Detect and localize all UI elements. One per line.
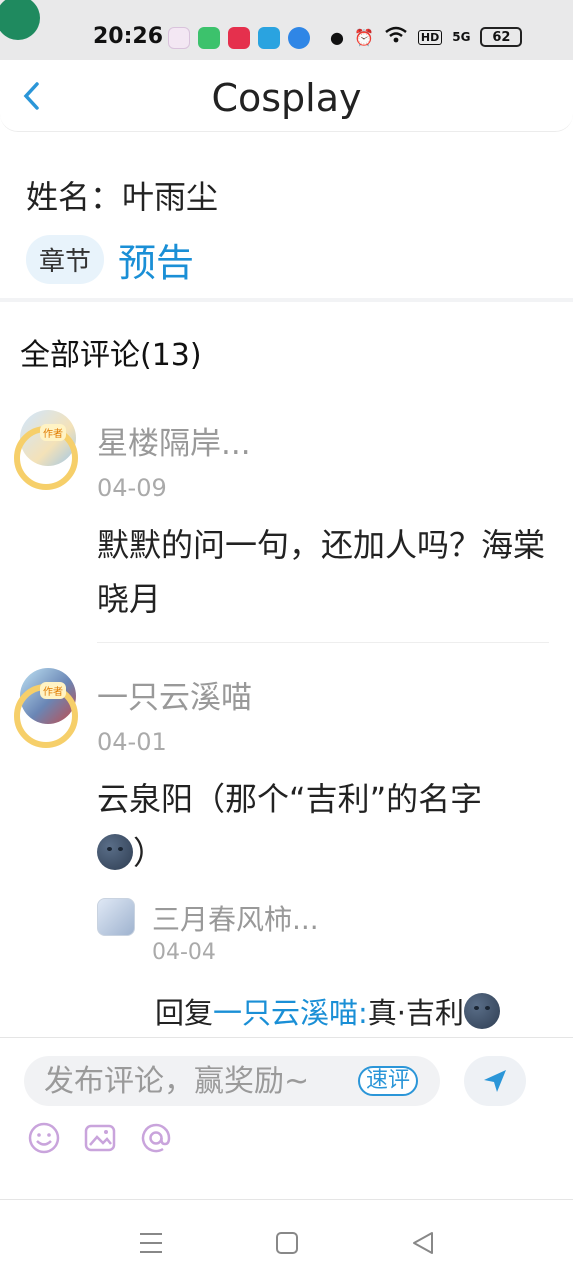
triangle-back-icon bbox=[413, 1232, 433, 1254]
status-indicator-dot bbox=[0, 0, 40, 40]
reply-prefix: 回复 bbox=[155, 996, 214, 1030]
chapter-label: 章节 bbox=[26, 235, 105, 284]
comment-text: 云泉阳（那个“吉利”的名字 ） bbox=[97, 772, 547, 880]
notification-app-icons bbox=[168, 27, 310, 49]
reply-avatar[interactable] bbox=[97, 898, 135, 936]
top-header: Cosplay bbox=[0, 60, 573, 132]
page-title: Cosplay bbox=[211, 76, 362, 120]
menu-nav-button[interactable] bbox=[136, 1228, 166, 1258]
comment-divider bbox=[97, 642, 549, 643]
reply-target-link[interactable]: 一只云溪喵: bbox=[213, 996, 368, 1030]
app-icon-2 bbox=[198, 27, 220, 49]
comment-text: 默默的问一句，还加人吗？海棠晓月 bbox=[97, 526, 546, 618]
reply-date: 04-04 bbox=[152, 940, 216, 965]
comment-date: 04-01 bbox=[97, 728, 167, 756]
telegram-icon bbox=[258, 27, 280, 49]
system-icons: ● ⏰ HD 5G 62 bbox=[330, 26, 523, 48]
alarm-icon: ⏰ bbox=[353, 27, 374, 47]
comment-date: 04-09 bbox=[97, 474, 167, 502]
signal-icon: 5G bbox=[452, 30, 470, 44]
author-badge: 作者 bbox=[40, 682, 66, 699]
reply-body: 真·吉利 bbox=[367, 996, 465, 1030]
home-nav-button[interactable] bbox=[272, 1228, 302, 1258]
system-nav-bar bbox=[0, 1200, 573, 1280]
avatar[interactable]: 作者 bbox=[14, 668, 82, 756]
hd-badge: HD bbox=[417, 29, 443, 45]
image-button[interactable] bbox=[82, 1120, 118, 1156]
status-bar: 20:26 ● ⏰ HD 5G 62 bbox=[0, 0, 573, 60]
app-icon-3 bbox=[228, 27, 250, 49]
character-name: 姓名：叶雨尘 bbox=[26, 178, 219, 216]
comment-input[interactable] bbox=[44, 1059, 360, 1103]
dot-icon: ● bbox=[330, 27, 344, 47]
battery-level: 62 bbox=[492, 29, 511, 45]
avatar[interactable]: 作者 bbox=[14, 410, 82, 498]
smiley-icon bbox=[28, 1122, 60, 1154]
author-badge: 作者 bbox=[40, 424, 66, 441]
app-icon-5 bbox=[288, 27, 310, 49]
comment-username[interactable]: 一只云溪喵 bbox=[97, 672, 252, 717]
back-nav-button[interactable] bbox=[408, 1228, 438, 1258]
comment-text-end: ） bbox=[133, 834, 166, 872]
reply-text: 回复一只云溪喵:真·吉利 bbox=[155, 990, 501, 1032]
moon-face-icon bbox=[97, 834, 133, 870]
section-divider bbox=[0, 298, 573, 302]
reply-username[interactable]: 三月春风柿... bbox=[152, 898, 319, 938]
send-button[interactable] bbox=[464, 1056, 526, 1106]
comments-title: 全部评论(13) bbox=[20, 338, 202, 373]
comment-username[interactable]: 星楼隔岸... bbox=[97, 418, 251, 463]
app-icon-1 bbox=[168, 27, 190, 49]
menu-icon bbox=[140, 1233, 162, 1253]
status-time: 20:26 bbox=[93, 24, 164, 49]
network-type: 5G bbox=[452, 30, 471, 44]
quick-review-button[interactable]: 速评 bbox=[358, 1066, 419, 1096]
wifi-icon bbox=[384, 26, 408, 48]
image-icon bbox=[84, 1124, 116, 1152]
at-icon bbox=[141, 1123, 171, 1153]
chapter-link[interactable]: 预告 bbox=[118, 232, 194, 287]
comment-input-box[interactable]: 速评 bbox=[24, 1056, 440, 1106]
chapter-row: 章节 预告 bbox=[26, 232, 194, 287]
battery-indicator: 62 bbox=[480, 27, 523, 47]
home-square-icon bbox=[276, 1232, 298, 1254]
mention-button[interactable] bbox=[138, 1120, 174, 1156]
comment-text-main: 云泉阳（那个“吉利”的名字 bbox=[97, 780, 483, 818]
composer-tools bbox=[26, 1120, 174, 1156]
moon-face-icon bbox=[464, 993, 501, 1029]
comment-composer: 速评 bbox=[0, 1037, 573, 1200]
emoji-button[interactable] bbox=[26, 1120, 62, 1156]
send-icon bbox=[484, 1070, 506, 1092]
